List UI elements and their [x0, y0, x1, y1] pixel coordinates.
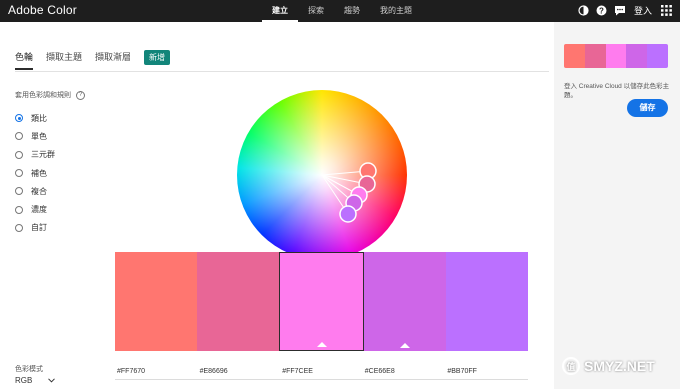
rule-triad[interactable]: 三元群 — [15, 146, 55, 164]
hex-input[interactable]: #FF7CEE — [280, 366, 363, 380]
radio-button[interactable] — [15, 132, 23, 141]
hex-input[interactable]: #E86696 — [197, 366, 281, 380]
selected-marker-icon — [316, 342, 327, 347]
radio-button[interactable] — [15, 205, 23, 214]
harmony-rule-list: 類比 單色 三元群 補色 複合 濃度 自訂 — [15, 109, 55, 237]
watermark: 值 SMYZ.NET — [562, 357, 655, 375]
rule-shades[interactable]: 濃度 — [15, 200, 55, 218]
radio-button[interactable] — [15, 187, 23, 196]
watermark-logo-icon: 值 — [562, 357, 580, 375]
tab-extract-gradient[interactable]: 擷取漸層 — [95, 50, 131, 70]
tab-color-wheel[interactable]: 色輪 — [15, 50, 34, 70]
selected-marker-icon — [399, 343, 410, 348]
right-panel: 登入 Creative Cloud 以儲存此色彩主題。 儲存 — [554, 22, 680, 389]
hex-input[interactable]: #FF7670 — [115, 366, 198, 380]
color-mode-label: 色彩模式 — [15, 366, 43, 373]
new-badge: 新增 — [144, 49, 171, 65]
feedback-icon[interactable] — [614, 5, 626, 17]
help-icon[interactable]: ? — [76, 90, 85, 100]
swatch-5[interactable] — [445, 252, 529, 351]
svg-text:?: ? — [600, 6, 605, 15]
hex-input[interactable]: #BB70FF — [445, 366, 528, 380]
swatch-4[interactable] — [363, 252, 446, 351]
tab-divider — [15, 71, 549, 72]
tab-extract-theme[interactable]: 擷取主題 — [46, 50, 82, 70]
rule-analogous[interactable]: 類比 — [15, 109, 55, 127]
save-button[interactable]: 儲存 — [627, 99, 668, 117]
preview-swatch — [584, 44, 606, 68]
radio-button[interactable] — [15, 114, 23, 123]
top-bar: Adobe Color 建立 探索 趨勢 我的主題 ? 登入 — [0, 0, 680, 22]
help-icon[interactable]: ? — [596, 5, 608, 17]
rule-complementary[interactable]: 補色 — [15, 164, 55, 182]
top-right-tools: ? 登入 — [578, 4, 672, 17]
nav-trends[interactable]: 趨勢 — [334, 0, 370, 22]
theme-mode-icon[interactable] — [578, 5, 590, 17]
save-prompt: 登入 Creative Cloud 以儲存此色彩主題。 — [564, 83, 670, 99]
radio-button[interactable] — [15, 150, 23, 159]
rule-label: 類比 — [31, 113, 47, 123]
rule-compound[interactable]: 複合 — [15, 182, 55, 200]
mode-tabs: 色輪 擷取主題 擷取漸層 新增 — [15, 49, 171, 70]
harmony-rule-text: 套用色彩調和規則 — [15, 92, 71, 99]
color-mode-value: RGB — [15, 376, 33, 385]
radio-button[interactable] — [15, 223, 23, 232]
preview-swatch — [564, 44, 585, 68]
harmony-rule-label: 套用色彩調和規則 ? — [15, 90, 85, 100]
swatch-1[interactable] — [115, 252, 198, 351]
hex-input[interactable]: #CE66E8 — [362, 366, 446, 380]
nav-create[interactable]: 建立 — [262, 0, 298, 22]
preview-swatch — [647, 44, 668, 68]
preview-swatch — [605, 44, 627, 68]
swatch-3[interactable] — [279, 252, 364, 351]
rule-label: 自訂 — [31, 223, 47, 233]
app-title[interactable]: Adobe Color — [8, 3, 77, 17]
radio-button[interactable] — [15, 169, 23, 178]
top-nav: 建立 探索 趨勢 我的主題 — [262, 0, 422, 22]
rule-label: 複合 — [31, 186, 47, 196]
wheel-handle[interactable] — [339, 205, 357, 223]
watermark-text: SMYZ.NET — [584, 358, 655, 374]
color-swatches — [115, 252, 529, 351]
login-link[interactable]: 登入 — [634, 4, 652, 17]
color-mode-select[interactable]: RGB — [15, 376, 55, 385]
rule-label: 單色 — [31, 131, 47, 141]
apps-grid-icon[interactable] — [660, 5, 672, 17]
rule-label: 三元群 — [31, 150, 55, 160]
rule-monochromatic[interactable]: 單色 — [15, 127, 55, 145]
preview-swatch — [626, 44, 648, 68]
swatch-2[interactable] — [197, 252, 280, 351]
chevron-down-icon — [48, 378, 55, 383]
theme-preview — [564, 44, 668, 68]
wheel-handles — [321, 162, 377, 223]
hex-values: #FF7670 #E86696 #FF7CEE #CE66E8 #BB70FF — [115, 366, 528, 380]
nav-explore[interactable]: 探索 — [298, 0, 334, 22]
rule-custom[interactable]: 自訂 — [15, 219, 55, 237]
rule-label: 補色 — [31, 168, 47, 178]
rule-label: 濃度 — [31, 205, 47, 215]
nav-my-themes[interactable]: 我的主題 — [370, 0, 422, 22]
